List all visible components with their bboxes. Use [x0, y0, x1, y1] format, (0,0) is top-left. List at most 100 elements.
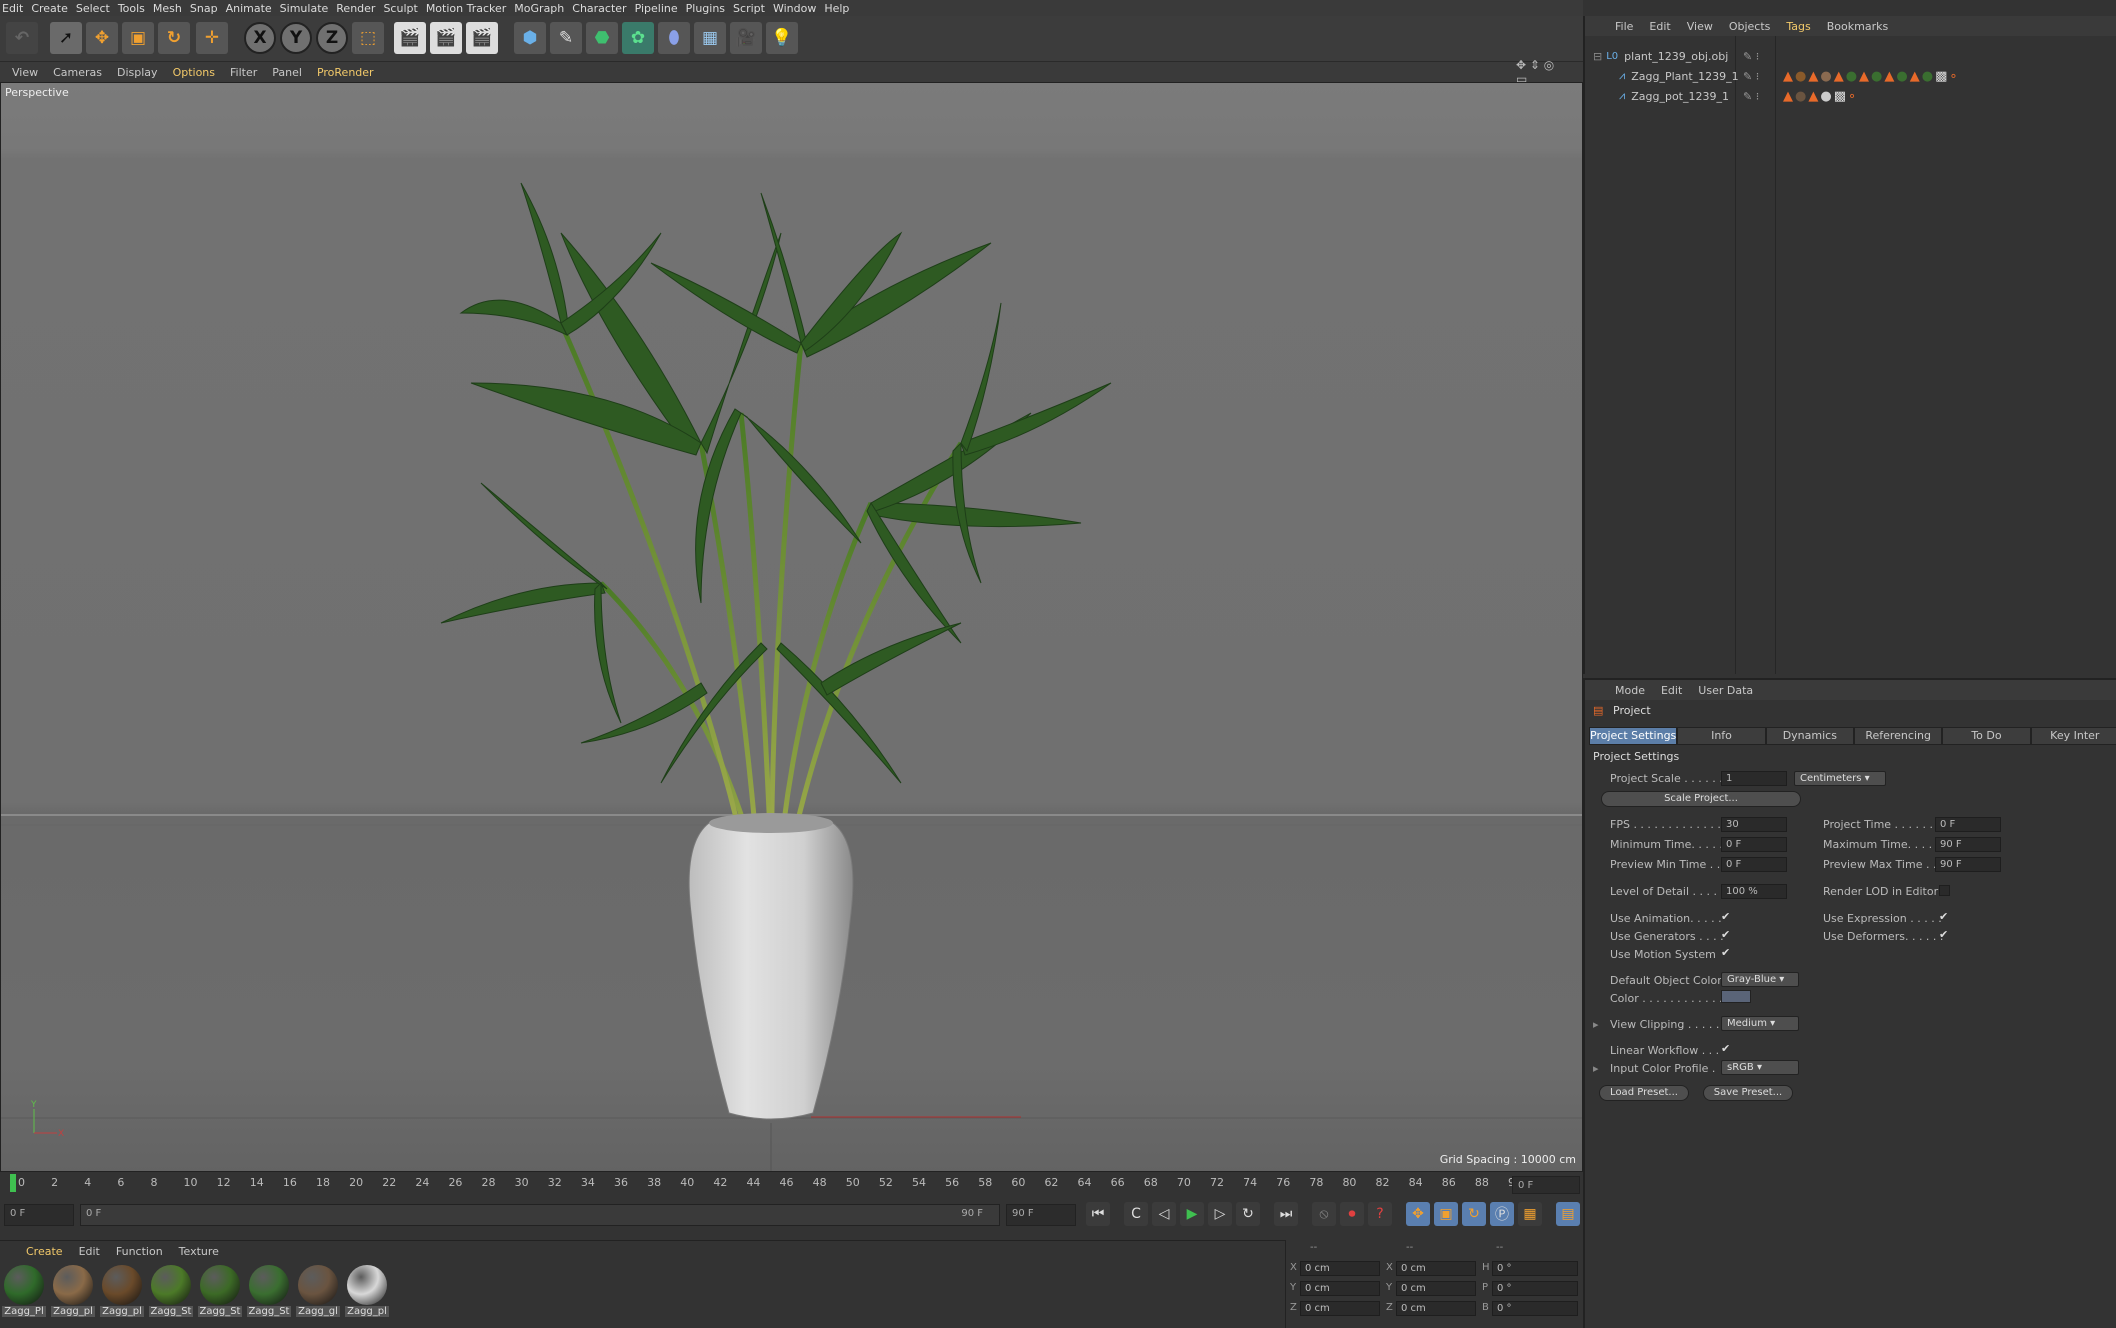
coordinate-system-icon[interactable]: ⬚ [352, 22, 384, 54]
menu-script[interactable]: Script [733, 2, 765, 15]
mat-menu-texture[interactable]: Texture [179, 1245, 219, 1258]
visibility-icon[interactable]: ✎ ⁝ [1743, 70, 1759, 83]
scale-input[interactable]: 0 cm [1396, 1301, 1476, 1316]
project-scale-input[interactable]: 1 [1721, 771, 1787, 786]
render-view-icon[interactable]: 🎬 [394, 22, 426, 54]
save-preset-button[interactable]: Save Preset... [1703, 1085, 1793, 1101]
position-input[interactable]: 0 cm [1300, 1261, 1380, 1276]
scale-input[interactable]: 0 cm [1396, 1281, 1476, 1296]
undo-icon[interactable]: ↶ [6, 22, 38, 54]
go-to-start-icon[interactable]: ⏮ [1086, 1202, 1110, 1226]
menu-snap[interactable]: Snap [190, 2, 218, 15]
color-swatch[interactable] [1721, 990, 1751, 1003]
material-thumbnail[interactable]: Zagg_pl [100, 1265, 144, 1317]
rotation-input[interactable]: 0 ° [1492, 1301, 1578, 1316]
tab-dynamics[interactable]: Dynamics [1765, 727, 1854, 745]
deformer-icon[interactable]: ⬮ [658, 22, 690, 54]
mat-menu-edit[interactable]: Edit [79, 1245, 100, 1258]
current-frame-field[interactable]: 0 F [1512, 1176, 1580, 1194]
next-key-icon[interactable]: ↻ [1236, 1202, 1260, 1226]
vp-menu-panel[interactable]: Panel [272, 66, 302, 79]
menu-animate[interactable]: Animate [226, 2, 272, 15]
menu-render[interactable]: Render [336, 2, 375, 15]
visibility-icon[interactable]: ✎ ⁝ [1743, 50, 1759, 63]
x-axis-lock-button[interactable]: X [244, 22, 276, 54]
vp-menu-filter[interactable]: Filter [230, 66, 257, 79]
position-input[interactable]: 0 cm [1300, 1281, 1380, 1296]
live-select-icon[interactable]: ✛ [196, 22, 228, 54]
project-time-input[interactable]: 0 F [1935, 817, 2001, 832]
perspective-viewport[interactable]: Y X Perspective Grid Spacing : 10000 cm [0, 82, 1583, 1172]
use-animation-checkbox[interactable]: ✔ [1721, 911, 1732, 922]
menu-pipeline[interactable]: Pipeline [635, 2, 678, 15]
floor-icon[interactable]: ▦ [694, 22, 726, 54]
vp-menu-options[interactable]: Options [173, 66, 215, 79]
linear-workflow-checkbox[interactable]: ✔ [1721, 1043, 1732, 1054]
mograph-cloner-icon[interactable]: ✿ [622, 22, 654, 54]
tab-to-do[interactable]: To Do [1942, 727, 2031, 745]
key-position-icon[interactable]: ✥ [1406, 1202, 1430, 1226]
motion-record-icon[interactable]: ⦸ [1312, 1202, 1336, 1226]
autokey-icon[interactable]: ? [1368, 1202, 1392, 1226]
menu-simulate[interactable]: Simulate [280, 2, 329, 15]
z-axis-lock-button[interactable]: Z [316, 22, 348, 54]
timeline[interactable]: 0 2 4 6 8 10 12 14 16 18 20 22 24 26 28 30 32 34 36 38 40 42 4… [0, 1172, 1583, 1240]
scale-icon[interactable]: ▣ [122, 22, 154, 54]
use-expression-checkbox[interactable]: ✔ [1939, 911, 1950, 922]
menu-tools[interactable]: Tools [118, 2, 145, 15]
am-menu-mode[interactable]: Mode [1615, 684, 1645, 697]
menu-mesh[interactable]: Mesh [153, 2, 182, 15]
scale-input[interactable]: 0 cm [1396, 1261, 1476, 1276]
lod-input[interactable]: 100 % [1721, 884, 1787, 899]
mat-menu-function[interactable]: Function [116, 1245, 163, 1258]
visibility-icon[interactable]: ✎ ⁝ [1743, 90, 1759, 103]
light-icon[interactable]: 💡 [766, 22, 798, 54]
om-menu-file[interactable]: File [1615, 20, 1633, 33]
material-thumbnail[interactable]: Zagg_Pl [2, 1265, 46, 1317]
menu-sculpt[interactable]: Sculpt [383, 2, 417, 15]
menu-mograph[interactable]: MoGraph [514, 2, 564, 15]
key-parameter-icon[interactable]: Ⓟ [1490, 1202, 1514, 1226]
cube-icon[interactable]: ⬢ [514, 22, 546, 54]
material-thumbnail[interactable]: Zagg_St [149, 1265, 193, 1317]
use-generators-checkbox[interactable]: ✔ [1721, 929, 1732, 940]
preview-min-input[interactable]: 0 F [1721, 857, 1787, 872]
timeline-settings-icon[interactable]: ▤ [1556, 1202, 1580, 1226]
menu-character[interactable]: Character [572, 2, 626, 15]
object-row[interactable]: ⩘ Zagg_Plant_1239_1 ✎ ⁝ ▲●▲●▲●▲●▲●▲●▩∘ [1585, 66, 2116, 86]
vp-menu-display[interactable]: Display [117, 66, 158, 79]
move-icon[interactable]: ✥ [86, 22, 118, 54]
start-frame-field[interactable]: 0 F [4, 1204, 74, 1226]
vp-menu-view[interactable]: View [12, 66, 38, 79]
om-menu-bookmarks[interactable]: Bookmarks [1827, 20, 1888, 33]
preview-range-slider[interactable]: 0 F 90 F [80, 1204, 1000, 1226]
subdivision-icon[interactable]: ⬣ [586, 22, 618, 54]
render-picture-viewer-icon[interactable]: 🎬 [430, 22, 462, 54]
material-tags[interactable]: ▲●▲●▩∘ [1783, 89, 1858, 104]
tab-project-settings[interactable]: Project Settings [1589, 727, 1678, 745]
mat-menu-create[interactable]: Create [26, 1245, 63, 1258]
material-thumbnail[interactable]: Zagg_gl [296, 1265, 340, 1317]
object-row[interactable]: ⊟ L0 plant_1239_obj.obj ✎ ⁝ [1585, 46, 2116, 66]
material-thumbnail[interactable]: Zagg_St [198, 1265, 242, 1317]
view-clipping-dropdown[interactable]: Medium ▾ [1721, 1016, 1799, 1031]
menu-select[interactable]: Select [76, 2, 110, 15]
menu-create[interactable]: Create [31, 2, 68, 15]
menu-motion-tracker[interactable]: Motion Tracker [426, 2, 506, 15]
end-frame-field[interactable]: 90 F [1006, 1204, 1076, 1226]
next-frame-icon[interactable]: ▷ [1208, 1202, 1232, 1226]
key-pla-icon[interactable]: ▦ [1518, 1202, 1542, 1226]
timeline-ruler[interactable]: 0 2 4 6 8 10 12 14 16 18 20 22 24 26 28 30 32 34 36 38 40 42 4… [4, 1176, 1522, 1196]
default-color-dropdown[interactable]: Gray-Blue ▾ [1721, 972, 1799, 987]
am-menu-edit[interactable]: Edit [1661, 684, 1682, 697]
key-scale-icon[interactable]: ▣ [1434, 1202, 1458, 1226]
scale-unit-dropdown[interactable]: Centimeters ▾ [1794, 771, 1886, 786]
om-menu-view[interactable]: View [1687, 20, 1713, 33]
vp-menu-cameras[interactable]: Cameras [53, 66, 102, 79]
previous-key-icon[interactable]: C [1124, 1202, 1148, 1226]
use-deformers-checkbox[interactable]: ✔ [1939, 929, 1950, 940]
om-menu-edit[interactable]: Edit [1649, 20, 1670, 33]
object-name[interactable]: plant_1239_obj.obj [1624, 50, 1728, 63]
load-preset-button[interactable]: Load Preset... [1599, 1085, 1689, 1101]
menu-plugins[interactable]: Plugins [686, 2, 725, 15]
